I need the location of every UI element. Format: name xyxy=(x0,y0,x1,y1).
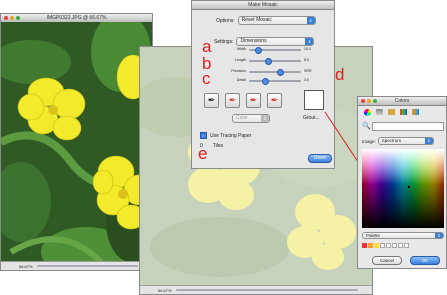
popup-arrows-icon: ⇕ xyxy=(424,138,433,144)
spectrum-selection-marker[interactable] xyxy=(408,186,410,188)
swatch[interactable] xyxy=(362,243,367,248)
popup-arrows-icon: ⇕ xyxy=(435,233,443,238)
current-color-well[interactable] xyxy=(372,122,444,131)
magnifier-icon: 🔍 xyxy=(362,123,371,130)
ok-button[interactable]: OK xyxy=(410,256,440,265)
spectrum-white-overlay xyxy=(362,149,444,228)
colors-titlebar[interactable]: Colors xyxy=(358,97,446,106)
palette-popup[interactable]: Palette ⇕ xyxy=(362,232,444,239)
swatch[interactable] xyxy=(368,243,373,248)
color-wheel-tab-icon[interactable] xyxy=(364,108,371,116)
image-label: Image: xyxy=(362,138,376,144)
color-sliders-tab-icon[interactable] xyxy=(376,109,383,115)
swatch[interactable] xyxy=(404,243,409,248)
color-mode-toolbar xyxy=(358,106,446,118)
image-popup[interactable]: Spectrum ⇕ xyxy=(377,137,434,145)
magnifier-button[interactable]: 🔍 xyxy=(362,122,371,130)
swatch[interactable] xyxy=(374,243,379,248)
image-palettes-tab-icon[interactable] xyxy=(400,109,407,115)
cancel-button[interactable]: Cancel xyxy=(372,256,402,265)
palette-value: Palette xyxy=(366,233,381,238)
swatch[interactable] xyxy=(398,243,403,248)
swatch-row xyxy=(362,243,409,248)
swatch[interactable] xyxy=(386,243,391,248)
colors-panel[interactable]: Colors 🔍 Image: Spectrum ⇕ Palette ⇕ Can… xyxy=(357,96,447,269)
colors-title: Colors xyxy=(394,98,410,104)
swatch[interactable] xyxy=(380,243,385,248)
color-palettes-tab-icon[interactable] xyxy=(388,109,395,115)
image-value: Spectrum xyxy=(381,138,402,143)
crayons-tab-icon[interactable] xyxy=(412,109,419,115)
swatch[interactable] xyxy=(392,243,397,248)
image-row: Image: Spectrum ⇕ xyxy=(362,137,434,145)
spectrum-picker[interactable] xyxy=(362,149,444,228)
